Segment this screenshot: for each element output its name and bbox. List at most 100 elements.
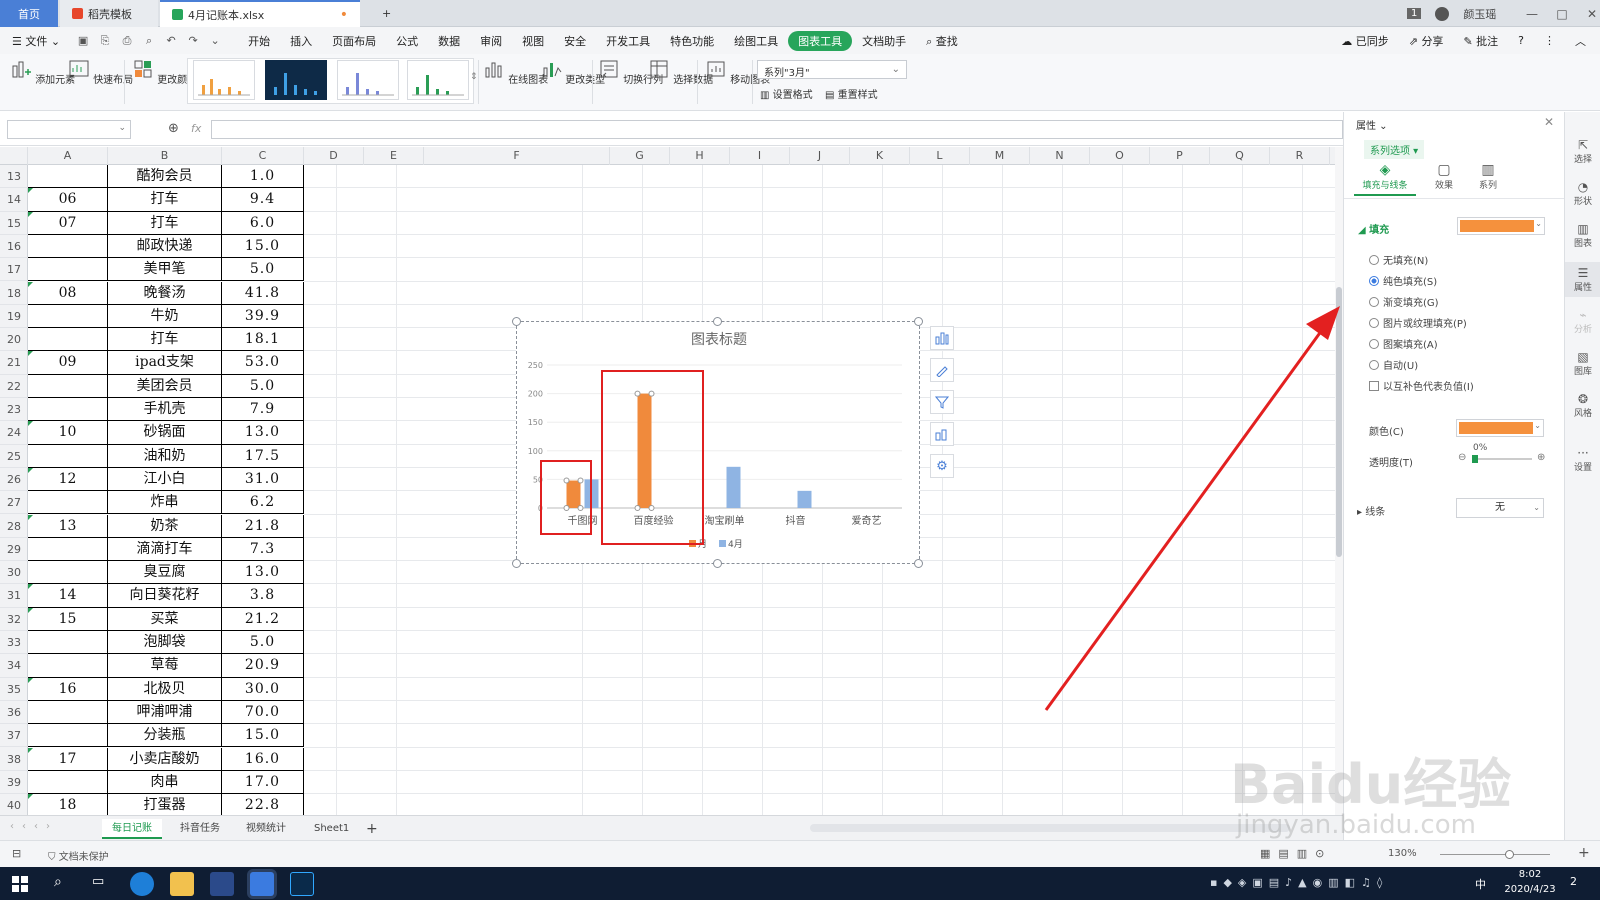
resize-handle-br[interactable] <box>914 559 923 568</box>
cell-b[interactable]: 臭豆腐 <box>108 561 222 585</box>
cell-a[interactable] <box>28 631 108 655</box>
col-header-n[interactable]: N <box>1030 147 1090 165</box>
add-element-button[interactable]: 添加元素 <box>10 58 75 86</box>
windows-start-icon[interactable] <box>12 876 28 892</box>
col-header-r[interactable]: R <box>1270 147 1330 165</box>
tab-count-badge[interactable]: 1 <box>1407 8 1422 19</box>
sidebar-shape[interactable]: ◔ 形状 <box>1565 180 1600 207</box>
sidebar-chart[interactable]: ▥ 图表 <box>1565 222 1600 249</box>
cell-b[interactable]: 泡脚袋 <box>108 631 222 655</box>
row-header[interactable]: 32 <box>0 608 28 631</box>
cell-a[interactable] <box>28 537 108 562</box>
protection-status[interactable]: ⛉ 文档未保护 <box>48 848 109 863</box>
preview-icon[interactable]: ⌕ <box>140 33 158 49</box>
cell-a[interactable] <box>28 258 108 282</box>
undo-icon[interactable]: ↶ <box>162 33 180 49</box>
online-chart-float-button[interactable] <box>930 422 954 446</box>
new-tab-button[interactable]: + <box>370 0 403 27</box>
cell-c[interactable]: 21.8 <box>222 514 304 538</box>
cell-c[interactable]: 53.0 <box>222 351 304 375</box>
row-header[interactable]: 21 <box>0 351 28 375</box>
radio-gradient-fill[interactable]: 渐变填充(G) <box>1369 294 1439 309</box>
radio-pattern-fill[interactable]: 图案填充(A) <box>1369 336 1438 351</box>
cell-c[interactable]: 22.8 <box>222 794 304 815</box>
chart-style-4[interactable] <box>407 60 469 100</box>
row-header[interactable]: 20 <box>0 328 28 352</box>
cell-a[interactable] <box>28 561 108 585</box>
chart-style-3[interactable] <box>337 60 399 100</box>
set-format-button[interactable]: ▥ 设置格式 <box>760 86 813 101</box>
menu-view[interactable]: 视图 <box>512 33 554 49</box>
col-header-e[interactable]: E <box>364 147 424 165</box>
radio-picture-fill[interactable]: 图片或纹理填充(P) <box>1369 315 1467 330</box>
cell-a[interactable] <box>28 165 108 189</box>
cell-b[interactable]: 邮政快递 <box>108 234 222 259</box>
row-header[interactable]: 25 <box>0 445 28 468</box>
clock-time[interactable]: 8:02 <box>1500 869 1560 880</box>
wps-icon[interactable] <box>250 872 274 896</box>
cell-c[interactable]: 16.0 <box>222 747 304 771</box>
row-header[interactable]: 28 <box>0 515 28 538</box>
transparency-slider-thumb[interactable] <box>1472 455 1478 463</box>
photoshop-icon[interactable] <box>290 872 314 896</box>
sidebar-gallery[interactable]: ▧ 图库 <box>1565 350 1600 377</box>
cell-a[interactable]: 06 <box>28 188 108 212</box>
user-name[interactable]: 颜玉瑶 <box>1463 6 1496 22</box>
col-header-k[interactable]: K <box>850 147 910 165</box>
menu-formulas[interactable]: 公式 <box>386 33 428 49</box>
fx-icon[interactable]: fx <box>191 122 201 135</box>
zoom-level[interactable]: 130% <box>1388 848 1417 859</box>
row-header[interactable]: 24 <box>0 421 28 445</box>
cell-b[interactable]: 打车 <box>108 328 222 352</box>
panel-header[interactable]: 属性 ⌄ <box>1356 117 1388 132</box>
tab-templates[interactable]: 稻壳模板 <box>60 0 158 27</box>
resize-handle-bl[interactable] <box>512 559 521 568</box>
row-header[interactable]: 26 <box>0 468 28 492</box>
cell-c[interactable]: 1.0 <box>222 165 304 189</box>
col-header-a[interactable]: A <box>28 147 108 165</box>
cell-b[interactable]: 呷浦呷浦 <box>108 700 222 725</box>
clock-date[interactable]: 2020/4/23 <box>1498 884 1562 895</box>
print-icon[interactable]: ⎙ <box>118 33 136 49</box>
sheet-tab-sheet1[interactable]: Sheet1 <box>304 819 359 839</box>
cell-a[interactable]: 10 <box>28 421 108 445</box>
col-header-m[interactable]: M <box>970 147 1030 165</box>
menu-insert[interactable]: 插入 <box>280 33 322 49</box>
cell-c[interactable]: 30.0 <box>222 677 304 701</box>
line-section-toggle[interactable]: ▸ 线条 <box>1357 503 1385 518</box>
taskbar-search-icon[interactable]: ⌕ <box>54 874 62 890</box>
cell-a[interactable]: 18 <box>28 794 108 815</box>
select-data-button[interactable]: 选择数据 <box>648 58 713 86</box>
comment-button[interactable]: ✎ 批注 <box>1453 33 1508 49</box>
cell-a[interactable] <box>28 374 108 398</box>
cell-b[interactable]: 分装瓶 <box>108 724 222 748</box>
col-header-p[interactable]: P <box>1150 147 1210 165</box>
cell-c[interactable]: 41.8 <box>222 281 304 305</box>
redo-icon[interactable]: ↷ <box>184 33 202 49</box>
cell-a[interactable] <box>28 444 108 468</box>
cell-a[interactable] <box>28 491 108 515</box>
cell-a[interactable] <box>28 724 108 748</box>
menu-home[interactable]: 开始 <box>238 33 280 49</box>
input-method[interactable]: 中 <box>1475 876 1486 892</box>
sidebar-select[interactable]: ⇱ 选择 <box>1565 138 1600 165</box>
resize-handle-tl[interactable] <box>512 317 521 326</box>
row-header[interactable]: 31 <box>0 584 28 608</box>
fill-section-toggle[interactable]: ◢ 填充 <box>1358 221 1389 236</box>
cell-c[interactable]: 5.0 <box>222 631 304 655</box>
fill-color-swatch[interactable]: ⌄ <box>1457 217 1545 235</box>
synced-button[interactable]: ☁ 已同步 <box>1331 33 1399 49</box>
cell-b[interactable]: 北极贝 <box>108 677 222 701</box>
search-menu[interactable]: ⌕ 查找 <box>916 33 968 49</box>
cell-b[interactable]: 油和奶 <box>108 444 222 468</box>
radio-no-fill[interactable]: 无填充(N) <box>1369 252 1428 267</box>
view-mode-icons[interactable]: ▦▤▥⊙ <box>1260 847 1332 860</box>
col-header-f[interactable]: F <box>424 147 610 165</box>
change-type-button[interactable]: 更改类型 <box>540 58 605 86</box>
sidebar-analysis[interactable]: ⌁ 分析 <box>1565 308 1600 335</box>
cell-a[interactable]: 07 <box>28 211 108 235</box>
task-view-icon[interactable]: ▭ <box>92 874 104 889</box>
formula-input[interactable] <box>211 120 1343 139</box>
sidebar-style[interactable]: ❂ 风格 <box>1565 392 1600 419</box>
row-header[interactable]: 36 <box>0 701 28 725</box>
